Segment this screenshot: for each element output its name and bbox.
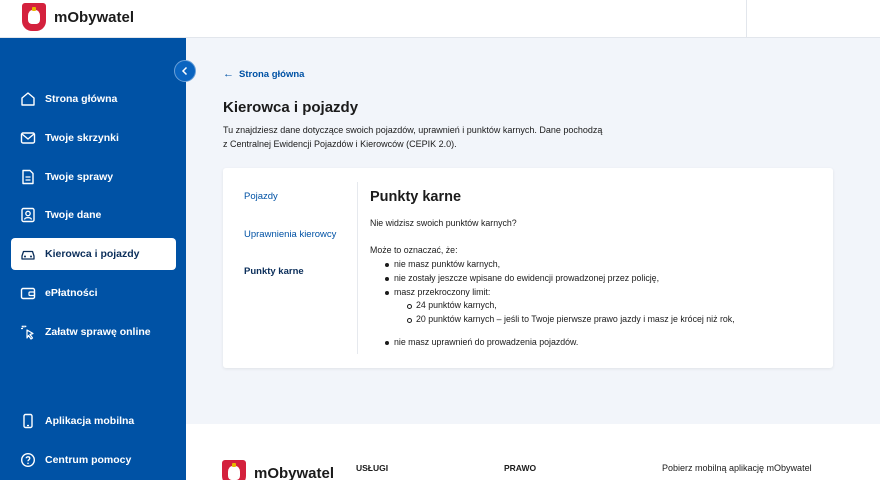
chevron-left-icon xyxy=(181,66,188,76)
sidebar-item-label: ePłatności xyxy=(45,287,98,299)
sidebar-item-label: Załatw sprawę online xyxy=(45,326,151,338)
footer: mObywatel USŁUGI PRAWO Pobierz mobilną a… xyxy=(186,424,880,480)
mail-icon xyxy=(19,129,37,147)
wallet-icon xyxy=(19,284,37,302)
sidebar-item-label: Twoje dane xyxy=(45,209,102,221)
header-divider xyxy=(746,0,747,38)
sidebar-item-home[interactable]: Strona główna xyxy=(11,83,176,115)
lead-text: Może to oznaczać, że: xyxy=(370,245,458,255)
sub-list-item: 20 punktów karnych – jeśli to Twoje pier… xyxy=(407,314,735,324)
sidebar-item-label: Kierowca i pojazdy xyxy=(45,248,140,260)
tab-driver-licenses[interactable]: Uprawnienia kierowcy xyxy=(244,229,336,240)
sidebar-item-mobile-app[interactable]: Aplikacja mobilna xyxy=(11,405,176,437)
footer-heading-law: PRAWO xyxy=(504,463,537,473)
tab-vehicles[interactable]: Pojazdy xyxy=(244,191,278,202)
document-icon xyxy=(19,168,37,186)
sidebar-item-help-center[interactable]: Centrum pomocy xyxy=(11,444,176,476)
sidebar-item-cases[interactable]: Twoje sprawy xyxy=(11,161,176,193)
sidebar-item-label: Centrum pomocy xyxy=(45,454,132,466)
top-header: mObywatel xyxy=(0,0,880,38)
list-item: masz przekroczony limit: xyxy=(384,287,491,297)
footer-heading-services: USŁUGI xyxy=(356,463,389,473)
list-item: nie masz punktów karnych, xyxy=(384,259,501,269)
footer-app-download-text[interactable]: Pobierz mobilną aplikację mObywatel xyxy=(662,463,812,473)
arrow-left-icon: ← xyxy=(223,68,234,80)
sidebar-item-label: Aplikacja mobilna xyxy=(45,415,135,427)
intro-line: z Centralnej Ewidencji Pojazdów i Kierow… xyxy=(223,138,457,149)
footer-app-name: mObywatel xyxy=(254,464,335,480)
page-intro: Tu znajdziesz dane dotyczące swoich poja… xyxy=(223,124,663,151)
footer-logo[interactable]: mObywatel xyxy=(222,460,334,480)
sidebar-item-label: Twoje skrzynki xyxy=(45,132,119,144)
page-title: Kierowca i pojazdy xyxy=(223,99,359,116)
sidebar-item-epayments[interactable]: ePłatności xyxy=(11,277,176,309)
sidebar-item-inbox[interactable]: Twoje skrzynki xyxy=(11,122,176,154)
tab-penalty-points[interactable]: Punkty karne xyxy=(244,266,304,277)
intro-line: Tu znajdziesz dane dotyczące swoich poja… xyxy=(223,125,603,135)
help-icon xyxy=(19,451,37,469)
sidebar-item-label: Twoje sprawy xyxy=(45,171,114,183)
list-item: nie zostały jeszcze wpisane do ewidencji… xyxy=(384,273,660,283)
home-icon xyxy=(19,90,37,108)
app-logo[interactable]: mObywatel xyxy=(22,3,134,31)
sidebar: Strona główna Twoje skrzynki Twoje spraw… xyxy=(0,38,186,480)
car-icon xyxy=(19,245,37,263)
sidebar-item-label: Strona główna xyxy=(45,93,118,105)
click-pointer-icon xyxy=(19,323,37,341)
back-link-label: Strona główna xyxy=(239,68,305,80)
collapse-sidebar-button[interactable] xyxy=(174,60,196,82)
user-card-icon xyxy=(19,206,37,224)
content-card: Pojazdy Uprawnienia kierowcy Punkty karn… xyxy=(223,168,833,368)
sub-list-item: 24 punktów karnych, xyxy=(407,300,497,310)
polish-eagle-emblem-icon xyxy=(22,3,46,31)
tab-list: Pojazdy Uprawnienia kierowcy Punkty karn… xyxy=(223,168,357,368)
sidebar-item-data[interactable]: Twoje dane xyxy=(11,199,176,231)
tab-divider xyxy=(357,182,358,354)
sidebar-item-online-services[interactable]: Załatw sprawę online xyxy=(11,316,176,348)
section-heading: Punkty karne xyxy=(370,189,462,205)
smartphone-icon xyxy=(19,412,37,430)
sidebar-item-driver-vehicles[interactable]: Kierowca i pojazdy xyxy=(11,238,176,270)
question-text: Nie widzisz swoich punktów karnych? xyxy=(370,218,517,228)
polish-eagle-emblem-icon xyxy=(222,460,246,480)
list-item: nie masz uprawnień do prowadzenia pojazd… xyxy=(384,337,579,347)
back-link[interactable]: ← Strona główna xyxy=(223,68,304,80)
app-name: mObywatel xyxy=(54,8,135,26)
